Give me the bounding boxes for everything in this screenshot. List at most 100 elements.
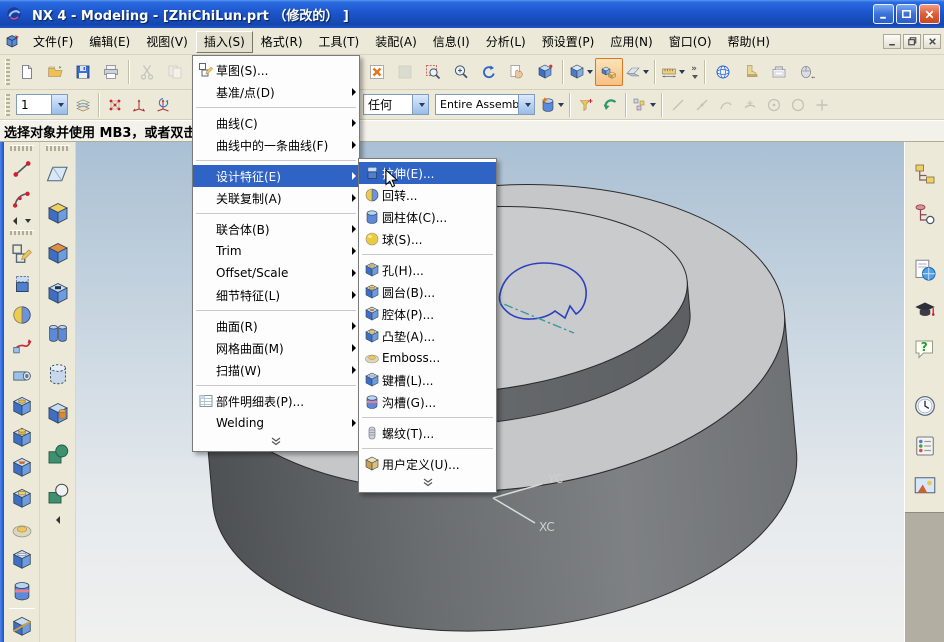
keyslot-button[interactable]	[7, 546, 37, 575]
menu-item[interactable]: 孔(H)...	[359, 259, 496, 281]
tube-button[interactable]	[7, 362, 37, 391]
snap-quadrant-button[interactable]	[738, 93, 762, 117]
chevron-down-icon[interactable]	[556, 103, 564, 107]
intersect-feature-button[interactable]	[43, 395, 73, 433]
toolbar-drag-handle[interactable]	[10, 230, 34, 236]
toolbar-overflow-row[interactable]	[56, 514, 60, 526]
assembly-navigator-tab[interactable]	[909, 156, 941, 192]
menu-item[interactable]: 腔体(P)...	[359, 303, 496, 325]
menu-item[interactable]: 拉伸(E)...	[359, 162, 496, 184]
groove-button[interactable]	[7, 577, 37, 606]
menubar-item[interactable]: 帮助(H)	[720, 31, 778, 53]
menu-item[interactable]: Trim	[193, 240, 359, 262]
menubar-item[interactable]: 信息(I)	[425, 31, 478, 53]
menu-item[interactable]: 扫描(W)	[193, 359, 359, 381]
menu-item[interactable]: 细节特征(L)	[193, 284, 359, 306]
history-tab[interactable]	[909, 388, 941, 424]
menu-item[interactable]: 设计特征(E)	[193, 165, 359, 187]
menu-item[interactable]: 键槽(L)...	[359, 369, 496, 391]
menu-item[interactable]: 关联复制(A)	[193, 187, 359, 209]
menu-item[interactable]: 草图(S)...	[193, 59, 359, 81]
maximize-button[interactable]	[896, 4, 917, 24]
snap-arc-center-button[interactable]	[762, 93, 786, 117]
shaded-view-button[interactable]	[531, 58, 559, 86]
menubar-item[interactable]: 文件(F)	[25, 31, 81, 53]
menu-item[interactable]: Welding	[193, 412, 359, 434]
toolbar-drag-handle[interactable]	[10, 145, 34, 151]
basic-line-button[interactable]	[7, 155, 37, 184]
instance-feature-button[interactable]	[43, 315, 73, 353]
menu-item[interactable]: 网格曲面(M)	[193, 337, 359, 359]
menubar-item[interactable]: 编辑(E)	[81, 31, 138, 53]
sweep-button[interactable]	[7, 331, 37, 360]
chevron-down-icon[interactable]	[25, 219, 31, 223]
chevron-down-icon[interactable]	[585, 70, 593, 74]
menubar-item[interactable]: 视图(V)	[138, 31, 196, 53]
menu-item[interactable]: 用户定义(U)...	[359, 453, 496, 475]
boolean-subtract-button[interactable]	[43, 475, 73, 513]
assembly-display-button[interactable]	[595, 58, 623, 86]
menu-item[interactable]: 回转...	[359, 184, 496, 206]
mdi-restore-button[interactable]	[903, 34, 921, 49]
menu-item[interactable]: 基准/点(D)	[193, 81, 359, 103]
chevron-down-icon[interactable]	[677, 70, 685, 74]
snap-endpoint-button[interactable]	[666, 93, 690, 117]
layer-settings-button[interactable]	[71, 93, 95, 117]
menubar-item[interactable]: 插入(S)	[196, 31, 253, 53]
boolean-unite-button[interactable]	[43, 435, 73, 473]
point-set-button[interactable]	[103, 93, 127, 117]
menubar-item[interactable]: 工具(T)	[311, 31, 368, 53]
shoe-design-button[interactable]	[737, 58, 765, 86]
chevron-down-icon[interactable]	[51, 95, 67, 114]
print-button[interactable]	[97, 58, 125, 86]
rotate-view-button[interactable]	[475, 58, 503, 86]
menu-item[interactable]: 曲线(C)	[193, 112, 359, 134]
scope-combo[interactable]: Entire Assemb	[435, 94, 535, 115]
fit-view-button[interactable]	[363, 58, 391, 86]
toolbar-overflow-row[interactable]	[13, 215, 31, 226]
snap-curve-button[interactable]	[714, 93, 738, 117]
tutorials-tab[interactable]	[909, 292, 941, 328]
chevron-down-icon[interactable]	[648, 103, 656, 107]
mouse-tool-button[interactable]	[793, 58, 821, 86]
menu-item[interactable]: 曲面(R)	[193, 315, 359, 337]
menu-item[interactable]: Offset/Scale	[193, 262, 359, 284]
extrude-button[interactable]	[7, 270, 37, 299]
menubar-item[interactable]: 格式(R)	[253, 31, 311, 53]
menu-item[interactable]: 圆柱体(C)...	[359, 206, 496, 228]
pocket-button[interactable]	[7, 454, 37, 483]
boss-button[interactable]	[7, 423, 37, 452]
sketch-button[interactable]	[7, 239, 37, 268]
palette-tab[interactable]	[909, 428, 941, 464]
measure-distance-button[interactable]	[659, 58, 687, 86]
wcs-orient-button[interactable]	[127, 93, 151, 117]
minimize-button[interactable]	[873, 4, 894, 24]
menubar-item[interactable]: 应用(N)	[602, 31, 660, 53]
block-button[interactable]	[43, 195, 73, 233]
toolbar-drag-handle[interactable]	[5, 59, 10, 85]
menubar-item[interactable]: 窗口(O)	[661, 31, 720, 53]
copy-button[interactable]	[161, 58, 189, 86]
datum-plane-button[interactable]	[43, 155, 73, 193]
toolbar-drag-handle[interactable]	[46, 145, 70, 151]
web-browser-tab[interactable]	[909, 252, 941, 288]
emboss-button[interactable]	[7, 515, 37, 544]
trim-body-button[interactable]	[7, 612, 37, 641]
new-button[interactable]	[13, 58, 41, 86]
snap-filter-button[interactable]	[574, 93, 598, 117]
hole-button[interactable]	[7, 393, 37, 422]
menubar-item[interactable]: 分析(L)	[478, 31, 534, 53]
roles-tab[interactable]	[909, 468, 941, 504]
snap-circle-button[interactable]	[786, 93, 810, 117]
sphere-analysis-button[interactable]	[709, 58, 737, 86]
toolbar-overflow-button[interactable]: »	[687, 65, 701, 80]
menu-expand-chevron[interactable]	[359, 475, 496, 489]
chevron-down-icon[interactable]	[641, 70, 649, 74]
menu-item[interactable]: 曲线中的一条曲线(F)	[193, 134, 359, 156]
slot-button[interactable]	[43, 275, 73, 313]
pad-button[interactable]	[7, 485, 37, 514]
reset-filter-button[interactable]	[598, 93, 622, 117]
zoom-in-out-button[interactable]	[447, 58, 475, 86]
help-tab[interactable]: ?	[909, 332, 941, 368]
open-button[interactable]	[41, 58, 69, 86]
